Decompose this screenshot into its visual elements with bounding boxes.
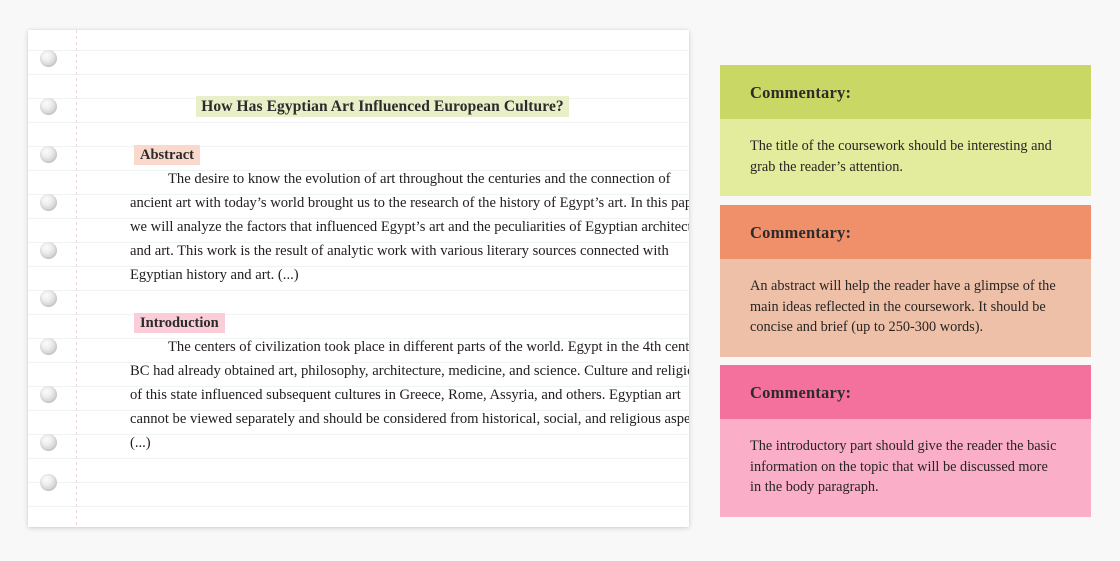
abstract-paragraph: The desire to know the evolution of art … — [130, 171, 689, 283]
commentary-card-title: Commentary: The title of the coursework … — [720, 65, 1091, 196]
commentary-card-introduction-header: Commentary: — [720, 365, 1091, 419]
binder-hole — [40, 434, 57, 451]
section-heading-abstract: Abstract — [134, 145, 200, 165]
binder-hole — [40, 290, 57, 307]
binder-holes — [28, 30, 76, 527]
margin-rule-line — [76, 30, 77, 527]
binder-hole — [40, 146, 57, 163]
commentary-card-introduction-body: The introductory part should give the re… — [720, 419, 1091, 517]
binder-hole — [40, 98, 57, 115]
commentary-card-title-header: Commentary: — [720, 65, 1091, 119]
introduction-paragraph: The centers of civilization took place i… — [130, 339, 689, 451]
commentary-card-introduction: Commentary: The introductory part should… — [720, 365, 1091, 517]
binder-hole — [40, 338, 57, 355]
introduction-heading-line: Introduction — [134, 311, 225, 335]
document-title-line: How Has Egyptian Art Influenced European… — [76, 95, 689, 119]
commentary-card-title-body: The title of the coursework should be in… — [720, 119, 1091, 196]
binder-hole — [40, 50, 57, 67]
commentary-card-abstract: Commentary: An abstract will help the re… — [720, 205, 1091, 357]
commentary-card-abstract-header: Commentary: — [720, 205, 1091, 259]
binder-hole — [40, 194, 57, 211]
notebook-page: How Has Egyptian Art Influenced European… — [28, 30, 689, 527]
section-heading-introduction: Introduction — [134, 313, 225, 333]
binder-hole — [40, 474, 57, 491]
document-title: How Has Egyptian Art Influenced European… — [196, 96, 569, 117]
commentary-card-abstract-body: An abstract will help the reader have a … — [720, 259, 1091, 357]
binder-hole — [40, 386, 57, 403]
binder-hole — [40, 242, 57, 259]
page-content: How Has Egyptian Art Influenced European… — [76, 30, 689, 527]
abstract-heading-line: Abstract — [134, 143, 200, 167]
